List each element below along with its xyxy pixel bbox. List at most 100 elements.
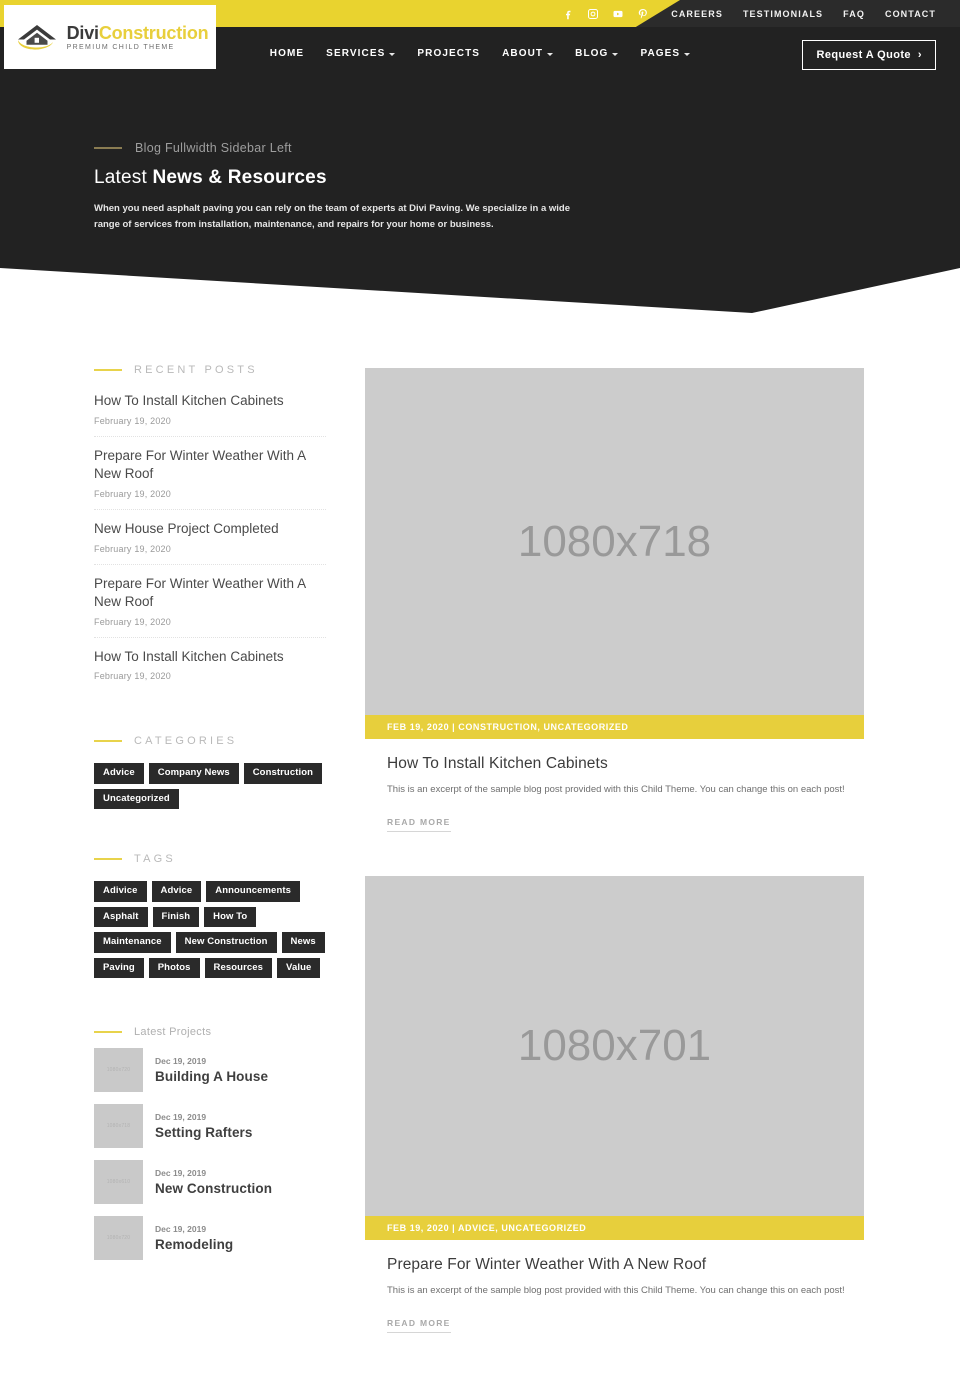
widget-latest-projects: Latest Projects 1080x720 Dec 19, 2019 Bu… (94, 1026, 326, 1261)
project-title[interactable]: Remodeling (155, 1237, 233, 1252)
list-item[interactable]: 1080x718 Dec 19, 2019 Setting Rafters (94, 1104, 326, 1149)
widget-title: CATEGORIES (134, 735, 238, 748)
recent-post-date: February 19, 2020 (94, 616, 171, 627)
recent-post-date: February 19, 2020 (94, 488, 171, 499)
page-title: Latest News & Resources (94, 167, 614, 189)
tag-chip[interactable]: Finish (152, 906, 200, 928)
tag-chip[interactable]: Value (277, 957, 321, 979)
heading-dash-icon (94, 369, 122, 371)
hero-eyebrow: Blog Fullwidth Sidebar Left (94, 141, 614, 155)
tag-chip[interactable]: How To (204, 906, 257, 928)
recent-post-title[interactable]: Prepare For Winter Weather With A New Ro… (94, 575, 326, 612)
list-item[interactable]: 1080x610 Dec 19, 2019 New Construction (94, 1160, 326, 1205)
tag-chip[interactable]: News (281, 932, 325, 953)
post-excerpt: This is an excerpt of the sample blog po… (387, 1285, 845, 1297)
nav-item-home[interactable]: HOME (270, 48, 304, 59)
eyebrow-dash-icon (94, 147, 122, 149)
page-title-bold: News & Resources (152, 167, 327, 188)
post-title[interactable]: How To Install Kitchen Cabinets (387, 755, 864, 773)
chevron-down-icon (547, 52, 554, 56)
nav-item-projects[interactable]: PROJECTS (417, 48, 480, 59)
heading-dash-icon (94, 740, 122, 743)
top-bar-links: CAREERS TESTIMONIALS FAQ CONTACT (671, 0, 936, 27)
category-chip[interactable]: Company News (148, 763, 239, 784)
instagram-icon[interactable] (587, 8, 599, 20)
post-title[interactable]: Prepare For Winter Weather With A New Ro… (387, 1256, 864, 1274)
chevron-down-icon (684, 52, 691, 56)
read-more-link[interactable]: READ MORE (387, 1318, 451, 1334)
nav-item-about[interactable]: ABOUT (502, 48, 554, 59)
nav-label: SERVICES (326, 48, 386, 59)
pinterest-icon[interactable] (637, 8, 649, 20)
widget-title: RECENT POSTS (134, 364, 258, 376)
nav-item-pages[interactable]: PAGES (640, 48, 691, 59)
widget-title: TAGS (134, 853, 176, 866)
hero-description: When you need asphalt paving you can rel… (94, 203, 571, 231)
project-date: Dec 19, 2019 (155, 1224, 207, 1235)
top-link-testimonials[interactable]: TESTIMONIALS (743, 9, 823, 19)
recent-post-date: February 19, 2020 (94, 415, 171, 426)
logo-tagline: PREMIUM CHILD THEME (66, 43, 175, 51)
top-link-faq[interactable]: FAQ (843, 9, 865, 19)
tag-chip[interactable]: Paving (94, 957, 144, 979)
nav-label: ABOUT (502, 48, 544, 59)
hero-content: Blog Fullwidth Sidebar Left Latest News … (94, 141, 614, 234)
project-title[interactable]: Setting Rafters (155, 1125, 253, 1140)
nav-item-blog[interactable]: BLOG (575, 48, 619, 59)
tag-chip[interactable]: Photos (148, 957, 200, 979)
project-date: Dec 19, 2019 (155, 1056, 207, 1067)
top-link-careers[interactable]: CAREERS (671, 9, 723, 19)
project-thumbnail: 1080x720 (94, 1048, 143, 1093)
recent-post-title[interactable]: Prepare For Winter Weather With A New Ro… (94, 447, 326, 484)
widget-title: Latest Projects (134, 1026, 212, 1039)
post-featured-image[interactable]: 1080x718 (365, 368, 864, 715)
read-more-link[interactable]: READ MORE (387, 817, 451, 833)
tag-chip[interactable]: Adivice (94, 881, 147, 902)
chevron-right-icon: › (917, 49, 922, 61)
request-a-quote-button[interactable]: Request A Quote › (801, 40, 936, 70)
logo-text-divi: Divi (66, 22, 99, 43)
recent-post-title[interactable]: New House Project Completed (94, 520, 326, 539)
heading-dash-icon (94, 1031, 122, 1034)
list-item[interactable]: Prepare For Winter Weather With A New Ro… (94, 575, 326, 638)
list-item[interactable]: Prepare For Winter Weather With A New Ro… (94, 447, 326, 510)
project-thumbnail: 1080x610 (94, 1160, 143, 1205)
logo-text-construction: Construction (98, 22, 209, 43)
widget-heading: CATEGORIES (94, 735, 326, 747)
facebook-icon[interactable] (562, 8, 574, 20)
project-title[interactable]: Building A House (155, 1069, 268, 1084)
widget-heading: RECENT POSTS (94, 364, 326, 376)
list-item[interactable]: 1080x720 Dec 19, 2019 Building A House (94, 1048, 326, 1093)
youtube-icon[interactable] (612, 8, 624, 20)
nav-label: PROJECTS (417, 48, 481, 59)
site-logo[interactable]: DiviConstruction PREMIUM CHILD THEME (4, 5, 216, 69)
category-chip[interactable]: Uncategorized (94, 788, 179, 810)
list-item[interactable]: How To Install Kitchen Cabinets February… (94, 648, 326, 692)
recent-post-title[interactable]: How To Install Kitchen Cabinets (94, 648, 326, 667)
tag-chip[interactable]: Announcements (206, 881, 300, 902)
blog-post: 1080x718 FEB 19, 2020 | CONSTRUCTION, UN… (365, 368, 864, 833)
list-item[interactable]: 1080x720 Dec 19, 2019 Remodeling (94, 1216, 326, 1261)
category-chip[interactable]: Advice (94, 763, 144, 784)
recent-post-title[interactable]: How To Install Kitchen Cabinets (94, 392, 326, 411)
list-item[interactable]: New House Project Completed February 19,… (94, 520, 326, 565)
nav-item-services[interactable]: SERVICES (326, 48, 396, 59)
tag-chip[interactable]: Maintenance (94, 932, 171, 953)
category-chip[interactable]: Construction (243, 763, 323, 784)
tag-chip[interactable]: Asphalt (94, 906, 148, 928)
project-title[interactable]: New Construction (155, 1181, 272, 1196)
tag-chip[interactable]: New Construction (175, 932, 277, 953)
blog-post: 1080x701 FEB 19, 2020 | ADVICE, UNCATEGO… (365, 876, 864, 1334)
top-link-contact[interactable]: CONTACT (885, 9, 936, 19)
tag-chip[interactable]: Advice (151, 881, 202, 902)
widget-tags: TAGS Adivice Advice Announcements Asphal… (94, 853, 326, 979)
widget-heading: Latest Projects (94, 1026, 326, 1038)
request-a-quote-label: Request A Quote (816, 49, 911, 61)
post-meta: FEB 19, 2020 | ADVICE, UNCATEGORIZED (365, 1216, 864, 1241)
chevron-down-icon (612, 52, 619, 56)
tag-chip[interactable]: Resources (204, 957, 273, 979)
list-item[interactable]: How To Install Kitchen Cabinets February… (94, 392, 326, 437)
post-featured-image[interactable]: 1080x701 (365, 876, 864, 1217)
hero-eyebrow-text: Blog Fullwidth Sidebar Left (135, 141, 292, 155)
house-roof-logo-icon (16, 22, 60, 52)
